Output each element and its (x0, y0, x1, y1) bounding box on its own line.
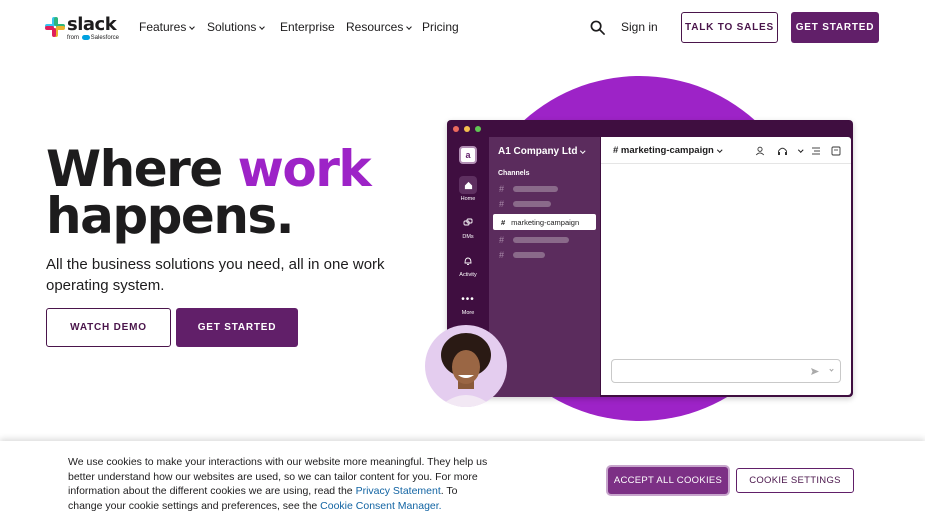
rail-label: Home (460, 196, 476, 202)
rail-label: DMs (462, 234, 474, 240)
nav-item-features[interactable]: Features (139, 20, 196, 34)
list-icon (812, 147, 820, 155)
chevron-down-icon (406, 24, 413, 30)
top-navigation: slack from Salesforce Features Solutions… (0, 0, 925, 56)
dms-icon (459, 214, 477, 232)
workspace-name: A1 Company Ltd (498, 146, 586, 157)
slack-logo-icon (45, 17, 65, 37)
channel-title-text: # marketing-campaign (613, 145, 714, 156)
cookie-banner: We use cookies to make your interactions… (0, 441, 925, 520)
cookie-message: We use cookies to make your interactions… (68, 455, 493, 513)
rail-item-home: Home (447, 176, 489, 202)
logo-subtext: from Salesforce (67, 35, 119, 41)
privacy-statement-link[interactable]: Privacy Statement (356, 485, 441, 497)
person-icon (755, 146, 765, 156)
nav-item-pricing[interactable]: Pricing (422, 20, 459, 34)
channel-placeholder: # (499, 198, 551, 210)
app-preview-window: a Home DMs Activity ••• More A1 Company … (447, 120, 853, 397)
pane-divider (601, 163, 851, 164)
bell-icon (459, 252, 477, 270)
canvas-icon (831, 146, 841, 156)
nav-item-resources[interactable]: Resources (346, 20, 413, 34)
window-close-dot (453, 126, 459, 132)
home-icon (459, 176, 477, 194)
more-icon: ••• (461, 293, 475, 305)
nav-item-label: Resources (346, 20, 404, 34)
chevron-down-icon (717, 146, 723, 152)
sign-in-link[interactable]: Sign in (621, 20, 658, 34)
channels-heading: Channels (498, 170, 530, 177)
user-avatar-photo (425, 325, 507, 407)
chevron-down-icon (829, 367, 834, 372)
channel-placeholder: # (499, 234, 569, 246)
window-zoom-dot (475, 126, 481, 132)
message-composer (611, 359, 841, 383)
rail-item-more: ••• More (447, 290, 489, 317)
window-minimize-dot (464, 126, 470, 132)
logo-wordmark: slack (67, 14, 117, 35)
accept-all-cookies-button[interactable]: ACCEPT ALL COOKIES (608, 467, 728, 494)
chevron-down-icon (798, 147, 804, 153)
workspace-avatar: a (447, 146, 489, 166)
watch-demo-button[interactable]: WATCH DEMO (46, 308, 171, 347)
cookie-consent-manager-link[interactable]: Cookie Consent Manager. (320, 500, 441, 512)
send-icon (811, 368, 819, 375)
get-started-hero-button[interactable]: GET STARTED (176, 308, 298, 347)
logo-sub-prefix: from (67, 35, 79, 42)
nav-item-label: Enterprise (280, 20, 335, 34)
nav-item-label: Solutions (207, 20, 257, 34)
workspace-name-text: A1 Company Ltd (498, 146, 578, 157)
chevron-down-icon (189, 24, 196, 30)
rail-label: Activity (459, 272, 477, 278)
channel-main-pane: # marketing-campaign (601, 137, 851, 395)
get-started-nav-button[interactable]: GET STARTED (791, 12, 879, 43)
hero-title-line2: happens. (46, 187, 295, 245)
salesforce-cloud-icon (81, 35, 90, 40)
headphones-icon (778, 147, 787, 155)
rail-item-dms: DMs (447, 214, 489, 240)
nav-item-solutions[interactable]: Solutions (207, 20, 266, 34)
hero-subtitle: All the business solutions you need, all… (46, 256, 385, 294)
nav-item-label: Pricing (422, 20, 459, 34)
rail-label: More (461, 310, 475, 316)
nav-item-label: Features (139, 20, 187, 34)
channel-item-active: # marketing-campaign (493, 214, 596, 230)
rail-item-activity: Activity (447, 252, 489, 278)
active-channel-label: marketing-campaign (511, 217, 580, 227)
channel-title: # marketing-campaign (613, 145, 723, 156)
talk-to-sales-button[interactable]: TALK TO SALES (681, 12, 778, 43)
channel-placeholder: # (499, 183, 558, 195)
channel-placeholder: # (499, 249, 545, 261)
search-icon[interactable] (590, 20, 605, 35)
slack-logo[interactable]: slack from Salesforce (45, 14, 120, 43)
chevron-down-icon (259, 24, 266, 30)
chevron-down-icon (580, 147, 586, 153)
cookie-settings-button[interactable]: COOKIE SETTINGS (736, 468, 854, 493)
hero-title: Where work happens. (46, 144, 372, 241)
nav-item-enterprise[interactable]: Enterprise (280, 20, 335, 34)
logo-sub-brand: Salesforce (90, 35, 120, 42)
